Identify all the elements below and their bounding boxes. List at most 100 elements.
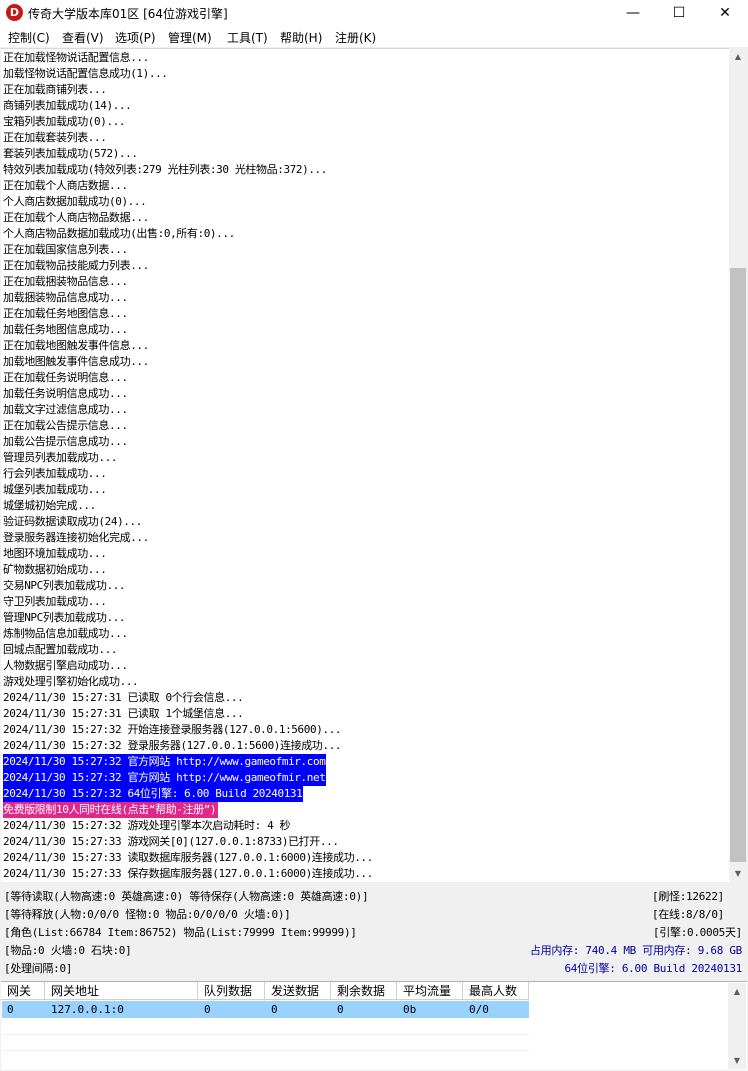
- scroll-thumb[interactable]: [730, 268, 746, 862]
- log-line: 正在加载任务地图信息...: [3, 307, 128, 320]
- log-line: 正在加载公告提示信息...: [3, 419, 128, 432]
- col-header-queue-data[interactable]: 队列数据: [198, 982, 265, 1000]
- cell-max-users: 0/0: [469, 1003, 489, 1016]
- log-scrollbar[interactable]: ▲ ▼: [729, 48, 747, 882]
- status-wait-release: [等待释放(人物:0/0/0 怪物:0 物品:0/0/0/0 火墙:0)]: [4, 908, 291, 921]
- row-divider: [2, 1050, 529, 1051]
- title-bar: D 传奇大学版本库01区 [64位游戏引擎] — ☐ ✕: [0, 0, 748, 27]
- status-engine-version: 64位引擎: 6.00 Build 20240131: [564, 962, 742, 975]
- close-button[interactable]: ✕: [702, 0, 748, 27]
- cell-queue-data: 0: [204, 1003, 211, 1016]
- scroll-up-icon[interactable]: ▲: [729, 48, 747, 65]
- col-header-send-data[interactable]: 发送数据: [265, 982, 331, 1000]
- log-line: 加载捆装物品信息成功...: [3, 291, 128, 304]
- log-line: 2024/11/30 15:27:32 游戏处理引擎本次启动耗时: 4 秒: [3, 819, 291, 832]
- status-online: [在线:8/8/0]: [652, 908, 724, 921]
- cell-gateway-address: 127.0.0.1:0: [51, 1003, 124, 1016]
- log-line: 免费版限制10人同时在线(点击“帮助-注册”): [3, 802, 219, 818]
- menu-help[interactable]: 帮助(H): [280, 29, 322, 46]
- scroll-up-icon[interactable]: ▲: [728, 983, 746, 1000]
- log-line: 个人商店物品数据加载成功(出售:0,所有:0)...: [3, 227, 235, 240]
- log-line: 正在加载捆装物品信息...: [3, 275, 128, 288]
- status-role-items: [角色(List:66784 Item:86752) 物品(List:79999…: [4, 926, 357, 939]
- menu-view[interactable]: 查看(V): [62, 29, 104, 46]
- menu-register[interactable]: 注册(K): [335, 29, 376, 46]
- log-line: 个人商店数据加载成功(0)...: [3, 195, 147, 208]
- cell-avg-traffic: 0b: [403, 1003, 417, 1016]
- status-interval: [处理间隔:0]: [4, 962, 73, 975]
- log-line: 正在加载国家信息列表...: [3, 243, 128, 256]
- log-line: 2024/11/30 15:27:32 官方网站 http://www.game…: [3, 770, 327, 786]
- scroll-down-icon[interactable]: ▼: [729, 865, 747, 882]
- cell-remaining-data: 0: [337, 1003, 344, 1016]
- status-engine-days: [引擎:0.0005天]: [652, 926, 742, 939]
- maximize-button[interactable]: ☐: [656, 0, 702, 27]
- log-line: 管理员列表加载成功...: [3, 451, 118, 464]
- log-line: 行会列表加载成功...: [3, 467, 107, 480]
- log-line: 宝箱列表加载成功(0)...: [3, 115, 126, 128]
- status-panel: [等待读取(人物高速:0 英雄高速:0) 等待保存(人物高速:0 英雄高速:0)…: [0, 884, 748, 980]
- log-line: 回城点配置加载成功...: [3, 643, 118, 656]
- table-scrollbar[interactable]: ▲ ▼: [728, 983, 746, 1069]
- col-header-max-users[interactable]: 最高人数: [463, 982, 529, 1000]
- log-line: 游戏处理引擎初始化成功...: [3, 675, 139, 688]
- log-line: 正在加载物品技能威力列表...: [3, 259, 149, 272]
- log-line: 套装列表加载成功(572)...: [3, 147, 138, 160]
- app-logo-icon: D: [6, 4, 23, 21]
- row-divider: [2, 1034, 529, 1035]
- gateway-table: 网关 网关地址 队列数据 发送数据 剩余数据 平均流量 最高人数 0 127.0…: [1, 981, 747, 1070]
- col-header-gateway[interactable]: 网关: [1, 982, 45, 1000]
- log-line: 2024/11/30 15:27:33 读取数据库服务器(127.0.0.1:6…: [3, 851, 373, 864]
- cell-gateway: 0: [7, 1003, 14, 1016]
- menu-tools[interactable]: 工具(T): [227, 29, 268, 46]
- menu-bar: 控制(C) 查看(V) 选项(P) 管理(M) 工具(T) 帮助(H) 注册(K…: [0, 27, 748, 47]
- menu-options[interactable]: 选项(P): [115, 29, 156, 46]
- log-line: 加载公告提示信息成功...: [3, 435, 128, 448]
- col-header-remaining-data[interactable]: 剩余数据: [331, 982, 397, 1000]
- log-line: 矿物数据初始成功...: [3, 563, 107, 576]
- log-line: 2024/11/30 15:27:32 官方网站 http://www.game…: [3, 754, 327, 770]
- log-line: 2024/11/30 15:27:32 开始连接登录服务器(127.0.0.1:…: [3, 723, 342, 736]
- log-line: 正在加载个人商店数据...: [3, 179, 128, 192]
- log-line: 正在加载地图触发事件信息...: [3, 339, 149, 352]
- col-header-gateway-address[interactable]: 网关地址: [45, 982, 198, 1000]
- log-line: 加载文字过滤信息成功...: [3, 403, 128, 416]
- log-line: 加载地图触发事件信息成功...: [3, 355, 149, 368]
- log-line: 2024/11/30 15:27:32 64位引擎: 6.00 Build 20…: [3, 786, 304, 802]
- log-line: 城堡城初始完成...: [3, 499, 96, 512]
- status-refresh-monster: [刷怪:12622]: [652, 890, 724, 903]
- log-line: 正在加载个人商店物品数据...: [3, 211, 149, 224]
- minimize-button[interactable]: —: [610, 0, 656, 27]
- log-line: 正在加载任务说明信息...: [3, 371, 128, 384]
- col-header-avg-traffic[interactable]: 平均流量: [397, 982, 463, 1000]
- log-line: 正在加载套装列表...: [3, 131, 107, 144]
- log-line: 地图环境加载成功...: [3, 547, 107, 560]
- menu-control[interactable]: 控制(C): [8, 29, 50, 46]
- log-line: 商铺列表加载成功(14)...: [3, 99, 132, 112]
- status-items-walls: [物品:0 火墙:0 石块:0]: [4, 944, 132, 957]
- scroll-down-icon[interactable]: ▼: [728, 1052, 746, 1069]
- log-line: 城堡列表加载成功...: [3, 483, 107, 496]
- menu-manage[interactable]: 管理(M): [168, 29, 212, 46]
- status-memory: 占用内存: 740.4 MB 可用内存: 9.68 GB: [529, 944, 742, 957]
- log-line: 正在加载商铺列表...: [3, 83, 107, 96]
- log-line: 加载任务说明信息成功...: [3, 387, 128, 400]
- log-line: 炼制物品信息加载成功...: [3, 627, 128, 640]
- log-line: 正在加载怪物说话配置信息...: [3, 51, 149, 64]
- log-line: 加载任务地图信息成功...: [3, 323, 128, 336]
- log-line: 验证码数据读取成功(24)...: [3, 515, 142, 528]
- log-line: 2024/11/30 15:27:33 游戏网关[0](127.0.0.1:87…: [3, 835, 339, 848]
- status-wait-read: [等待读取(人物高速:0 英雄高速:0) 等待保存(人物高速:0 英雄高速:0)…: [4, 890, 369, 903]
- cell-send-data: 0: [271, 1003, 278, 1016]
- log-line: 交易NPC列表加载成功...: [3, 579, 126, 592]
- log-output[interactable]: 正在加载怪物说话配置信息... 加载怪物说话配置信息成功(1)... 正在加载商铺列…: [1, 48, 729, 882]
- log-line: 2024/11/30 15:27:31 已读取 0个行会信息...: [3, 691, 244, 704]
- log-line: 2024/11/30 15:27:31 已读取 1个城堡信息...: [3, 707, 244, 720]
- log-line: 特效列表加载成功(特效列表:279 光柱列表:30 光柱物品:372)...: [3, 163, 328, 176]
- window-title: 传奇大学版本库01区 [64位游戏引擎]: [28, 7, 228, 21]
- log-line: 2024/11/30 15:27:33 保存数据库服务器(127.0.0.1:6…: [3, 867, 373, 880]
- log-line: 2024/11/30 15:27:32 登录服务器(127.0.0.1:5600…: [3, 739, 342, 752]
- log-line: 人物数据引擎启动成功...: [3, 659, 128, 672]
- log-line: 登录服务器连接初始化完成...: [3, 531, 149, 544]
- log-line: 管理NPC列表加载成功...: [3, 611, 126, 624]
